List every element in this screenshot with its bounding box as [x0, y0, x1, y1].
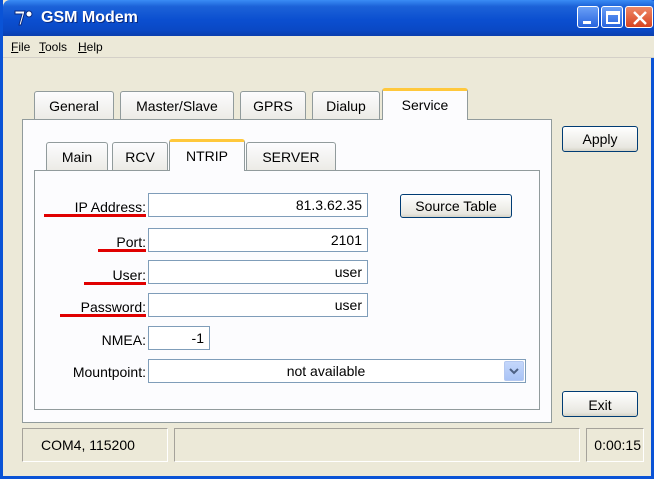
mountpoint-select[interactable]: not available [148, 359, 526, 383]
port-field[interactable]: 2101 [148, 228, 368, 252]
tab-main[interactable]: Main [46, 142, 108, 170]
status-message [174, 428, 580, 462]
window-title: GSM Modem [41, 9, 138, 26]
chevron-down-icon[interactable] [504, 361, 524, 381]
menu-bar: File Tools Help [3, 36, 654, 58]
maximize-button[interactable] [601, 6, 623, 28]
source-table-button[interactable]: Source Table [400, 194, 512, 218]
exit-button[interactable]: Exit [562, 391, 638, 417]
port-label: Port: [116, 234, 146, 250]
tab-gprs[interactable]: GPRS [240, 91, 306, 119]
ip-address-label: IP Address: [74, 199, 146, 215]
tab-dialup[interactable]: Dialup [312, 91, 380, 119]
password-label: Password: [80, 299, 146, 315]
status-port: COM4, 115200 [22, 428, 168, 462]
nmea-field[interactable]: -1 [148, 326, 210, 350]
close-button[interactable] [625, 6, 653, 28]
menu-tools[interactable]: Tools [39, 40, 67, 54]
title-bar[interactable]: GSM Modem [3, 0, 654, 36]
menu-help[interactable]: Help [78, 40, 103, 54]
tab-service[interactable]: Service [382, 88, 468, 120]
tab-master-slave[interactable]: Master/Slave [120, 91, 234, 119]
highlight-underline [60, 314, 146, 317]
ip-address-field[interactable]: 81.3.62.35 [148, 193, 368, 217]
highlight-underline [44, 214, 146, 217]
status-bar: COM4, 115200 0:00:15 [22, 428, 644, 464]
menu-file[interactable]: File [11, 40, 30, 54]
apply-button[interactable]: Apply [562, 126, 638, 152]
tab-ntrip[interactable]: NTRIP [169, 139, 245, 171]
mountpoint-label: Mountpoint: [72, 364, 146, 380]
status-time: 0:00:15 [586, 428, 644, 462]
highlight-underline [84, 282, 146, 285]
antenna-icon [13, 8, 35, 28]
user-field[interactable]: user [148, 260, 368, 284]
highlight-underline [98, 249, 146, 252]
tab-rcv[interactable]: RCV [112, 142, 168, 170]
minimize-button[interactable] [577, 6, 599, 28]
tab-server[interactable]: SERVER [246, 142, 336, 170]
password-field[interactable]: user [148, 293, 368, 317]
user-label: User: [112, 267, 146, 283]
tab-general[interactable]: General [34, 91, 114, 119]
nmea-label: NMEA: [101, 332, 146, 348]
mountpoint-value: not available [286, 363, 366, 379]
